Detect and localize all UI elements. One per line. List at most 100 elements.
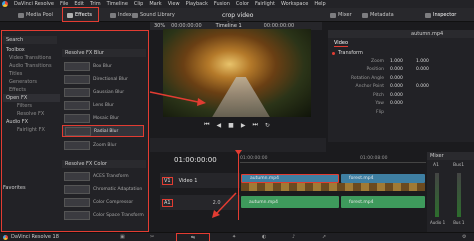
transform-value-y[interactable]: 1.000 xyxy=(416,59,442,64)
menu-item-fusion[interactable]: Fusion xyxy=(214,1,230,7)
tree-item-video-transitions[interactable]: Video Transitions xyxy=(3,54,60,62)
a1-badge[interactable]: A1 xyxy=(162,198,173,207)
menu-item-fairlight[interactable]: Fairlight xyxy=(255,1,275,7)
video-clip-autumn[interactable]: autumn.mp4 xyxy=(241,174,339,183)
effects-search[interactable]: Search xyxy=(3,36,57,44)
transform-value-x[interactable]: 0.000 xyxy=(390,76,416,81)
transform-value-x[interactable]: 0.000 xyxy=(390,84,416,89)
fx-aces-transform[interactable]: ACES Transform xyxy=(64,170,144,182)
tree-item-filters[interactable]: Filters xyxy=(3,102,60,110)
fx-thumbnail-icon xyxy=(64,140,90,150)
tree-item-audio-transitions[interactable]: Audio Transitions xyxy=(3,62,60,70)
meter-a1[interactable] xyxy=(435,173,439,217)
fx-label: Directional Blur xyxy=(93,76,128,82)
mixer-button[interactable]: Mixer xyxy=(330,9,352,21)
fx-label: Zoom Blur xyxy=(93,142,117,148)
index-button[interactable]: Index xyxy=(110,9,132,21)
transform-value-x[interactable]: 0.000 xyxy=(390,93,416,98)
stop-icon[interactable]: ■ xyxy=(228,122,234,129)
fx-chromatic-adaptation[interactable]: Chromatic Adaptation xyxy=(64,183,144,195)
fx-radial-blur[interactable]: Radial Blur xyxy=(62,125,144,137)
fx-color-compressor[interactable]: Color Compressor xyxy=(64,196,144,208)
playhead-handle-icon[interactable] xyxy=(235,150,242,155)
mixer-label-bus1: Bus 1 xyxy=(453,220,465,225)
cut-page-icon[interactable]: ✂ xyxy=(150,234,154,240)
tree-item-generators[interactable]: Generators xyxy=(3,78,60,86)
transform-value-x[interactable]: 1.000 xyxy=(390,59,416,64)
menu-item-view[interactable]: View xyxy=(168,1,180,7)
deliver-page-icon[interactable]: ➚ xyxy=(322,234,326,240)
menu-item-playback[interactable]: Playback xyxy=(186,1,208,7)
inspector-icon xyxy=(425,12,431,18)
sound-library-button[interactable]: Sound Library xyxy=(132,9,175,21)
media-page-icon[interactable]: ▣ xyxy=(120,234,125,240)
color-page-icon[interactable]: ◐ xyxy=(262,234,266,240)
transform-section[interactable]: Transform xyxy=(328,49,474,57)
index-icon xyxy=(110,12,116,18)
timeline-ruler[interactable]: 01:00:00:00 01:00:08:00 xyxy=(240,156,426,163)
menu-item-timeline[interactable]: Timeline xyxy=(107,1,128,7)
clip-label: autumn.mp4 xyxy=(249,199,278,205)
edit-page-button[interactable]: ⇋ xyxy=(176,233,210,241)
menu-item-help[interactable]: Help xyxy=(314,1,325,7)
tree-item-toolbox[interactable]: Toolbox xyxy=(3,46,60,54)
play-icon[interactable]: ▶ xyxy=(241,122,246,129)
settings-icon[interactable]: ⚙ xyxy=(462,234,466,240)
fx-label: Color Space Transform xyxy=(93,212,144,218)
skip-start-icon[interactable]: ⏮ xyxy=(204,121,209,129)
menu-item-mark[interactable]: Mark xyxy=(149,1,161,7)
effects-button[interactable]: Effects xyxy=(67,9,92,21)
audio-clip-forest[interactable]: forest.mp4 xyxy=(341,196,425,208)
blur-group-title: Resolve FX Blur xyxy=(65,50,104,56)
tree-item-titles[interactable]: Titles xyxy=(3,70,60,78)
menu-item-clip[interactable]: Clip xyxy=(134,1,143,7)
transform-row-label: Position xyxy=(366,67,384,73)
tab-video[interactable]: Video xyxy=(334,40,349,47)
skip-end-icon[interactable]: ⏭ xyxy=(252,121,257,129)
fx-directional-blur[interactable]: Directional Blur xyxy=(64,73,144,85)
sound-library-icon xyxy=(132,12,138,18)
menu-item-workspace[interactable]: Workspace xyxy=(281,1,308,7)
tree-item-open-fx[interactable]: Open FX xyxy=(3,94,60,102)
transform-value-y[interactable]: 0.000 xyxy=(416,84,442,89)
menu-item-color[interactable]: Color xyxy=(236,1,249,7)
tree-item-fairlight-fx[interactable]: Fairlight FX xyxy=(3,126,60,134)
fx-thumbnail-icon xyxy=(64,210,90,220)
inspector-label: Inspector xyxy=(433,12,457,18)
media-pool-button[interactable]: Media Pool xyxy=(18,9,53,21)
meter-bus1[interactable] xyxy=(457,173,461,217)
fx-color-space-transform[interactable]: Color Space Transform xyxy=(64,209,144,221)
mixer-label: Mixer xyxy=(338,12,352,18)
fx-zoom-blur[interactable]: Zoom Blur xyxy=(64,139,144,151)
step-back-icon[interactable]: ◀ xyxy=(217,122,222,129)
metadata-button[interactable]: Metadata xyxy=(362,9,394,21)
tree-item-resolve-fx[interactable]: Resolve FX xyxy=(3,110,60,118)
fx-mosaic-blur[interactable]: Mosaic Blur xyxy=(64,112,144,124)
fx-label: Lens Blur xyxy=(93,102,114,108)
fx-thumbnail-icon xyxy=(64,100,90,110)
transform-value-x[interactable]: 0.000 xyxy=(390,67,416,72)
video-clip-forest[interactable]: forest.mp4 xyxy=(341,174,425,183)
fx-thumbnail-icon xyxy=(64,74,90,84)
v1-badge[interactable]: V1 xyxy=(162,176,173,185)
fx-box-blur[interactable]: Box Blur xyxy=(64,60,144,72)
fx-gaussian-blur[interactable]: Gaussian Blur xyxy=(64,86,144,98)
inspector-button[interactable]: Inspector xyxy=(425,9,456,21)
loop-icon[interactable]: ↻ xyxy=(265,122,270,129)
mixer-label-audio1: Audio 1 xyxy=(430,220,446,225)
audio-clip-autumn[interactable]: autumn.mp4 xyxy=(241,196,339,208)
fusion-page-icon[interactable]: ✦ xyxy=(232,234,236,240)
fairlight-page-icon[interactable]: ♪ xyxy=(292,234,295,240)
menu-item-app[interactable]: DaVinci Resolve xyxy=(14,1,54,7)
tree-item-effects[interactable]: Effects xyxy=(3,86,60,94)
transform-value-x[interactable]: 0.000 xyxy=(390,101,416,106)
effects-tree: Toolbox Video Transitions Audio Transiti… xyxy=(3,46,60,134)
ruler-label: 01:00:08:00 xyxy=(360,156,388,161)
favorites-label[interactable]: Favorites xyxy=(3,185,26,191)
tree-item-audio-fx[interactable]: Audio FX xyxy=(3,118,60,126)
annotation-arrow-icon xyxy=(149,91,206,106)
fx-lens-blur[interactable]: Lens Blur xyxy=(64,99,144,111)
search-label: Search xyxy=(6,37,24,43)
transform-value-y[interactable]: 0.000 xyxy=(416,67,442,72)
fx-thumbnail-icon xyxy=(64,197,90,207)
